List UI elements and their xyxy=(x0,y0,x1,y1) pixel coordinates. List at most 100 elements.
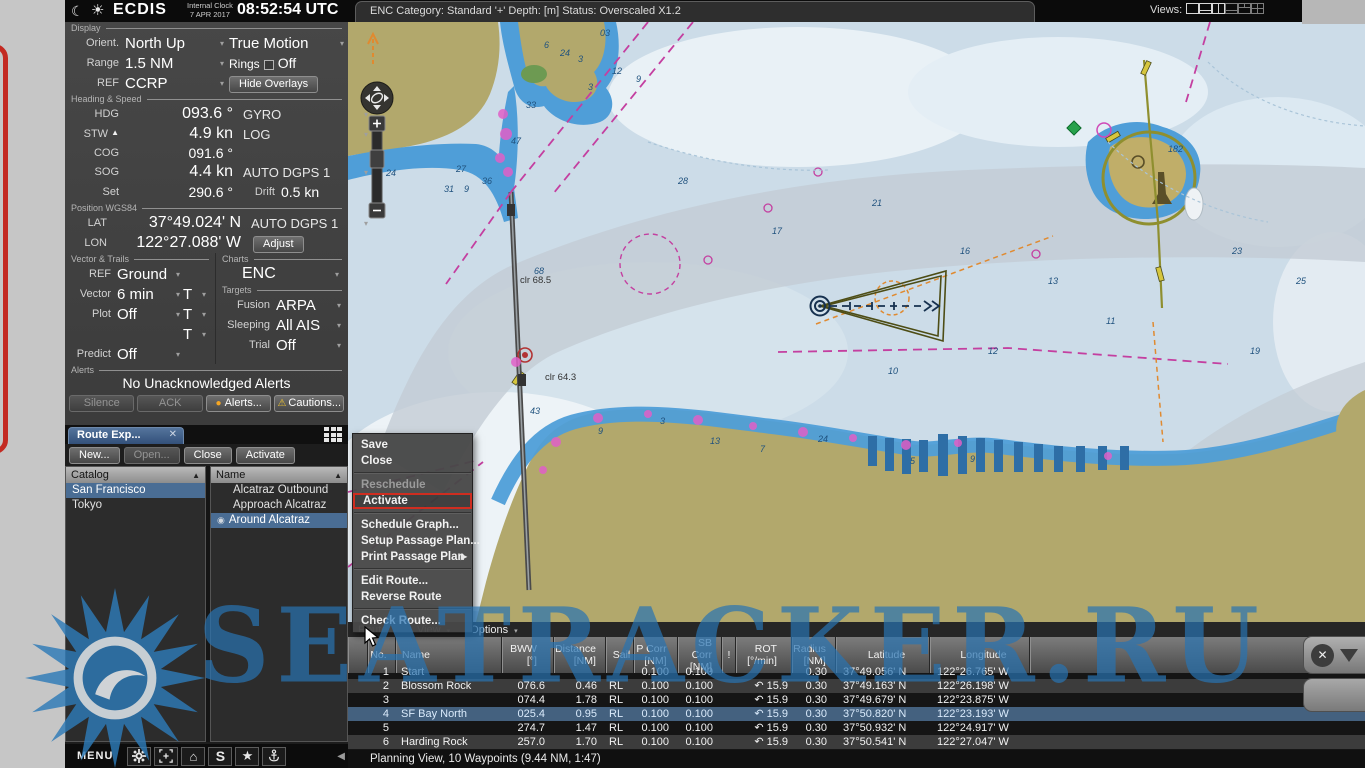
collapse-arrow-icon[interactable]: ◀ xyxy=(337,751,345,762)
chevron-down-icon[interactable]: ▾ xyxy=(199,310,209,319)
motion-dropdown[interactable]: True Motion xyxy=(229,35,337,52)
home-icon[interactable]: ⌂ xyxy=(181,747,205,766)
chevron-down-icon[interactable]: ▾ xyxy=(334,341,346,350)
route-item-around-alcatraz[interactable]: ◉Around Alcatraz xyxy=(211,513,347,528)
menu-item-print-passage-plan[interactable]: Print Passage Plan▶ xyxy=(353,549,472,565)
favorites-star-icon[interactable]: ★ xyxy=(235,747,259,766)
chevron-down-icon[interactable]: ▾ xyxy=(217,59,229,68)
vector-dropdown[interactable]: 6 min xyxy=(117,286,173,303)
catalog-item-san-francisco[interactable]: San Francisco xyxy=(66,483,205,498)
menu-item-edit-route[interactable]: Edit Route... xyxy=(353,573,472,589)
dock-dropdown-icon[interactable] xyxy=(1340,649,1358,662)
menu-item-check-route[interactable]: Check Route... xyxy=(353,613,472,629)
range-dropdown[interactable]: 1.5 NM xyxy=(125,55,217,72)
new-route-button[interactable]: New... xyxy=(69,447,120,464)
menu-item-save[interactable]: Save xyxy=(353,437,472,453)
chevron-down-icon[interactable]: ▾ xyxy=(361,130,375,139)
ref-dropdown[interactable]: CCRP xyxy=(125,75,217,92)
chevron-down-icon[interactable]: ▾ xyxy=(217,39,229,48)
waypoint-row-4[interactable]: 4SF Bay North025.40.95RL0.1000.100↶ 15.9… xyxy=(348,707,1365,721)
panel-grid-icon[interactable] xyxy=(324,427,342,442)
position-source-dropdown[interactable]: AUTO DGPS 1 xyxy=(241,216,361,231)
alerts-button[interactable]: ●Alerts... xyxy=(206,395,271,412)
chart-status-tab[interactable]: ENC Category: Standard '+' Depth: [m] St… xyxy=(355,1,1035,22)
orient-dropdown[interactable]: North Up xyxy=(125,35,217,52)
chevron-down-icon[interactable]: ▾ xyxy=(361,168,375,177)
hide-overlays-button[interactable]: Hide Overlays xyxy=(229,76,318,93)
view-layout-icon-quad[interactable] xyxy=(1251,3,1264,14)
predict-dropdown[interactable]: Off xyxy=(117,346,173,363)
waypoint-row-1[interactable]: 1Start0.1000.1000.3037°49.056' N122°26.7… xyxy=(348,665,1365,679)
chevron-down-icon[interactable]: ▾ xyxy=(334,301,346,310)
rings-checkbox[interactable] xyxy=(264,60,274,70)
menu-item-close[interactable]: Close xyxy=(353,453,472,469)
close-icon[interactable]: ✕ xyxy=(169,429,177,444)
adjust-button[interactable]: Adjust xyxy=(253,236,304,253)
ack-button[interactable]: ACK xyxy=(137,395,202,412)
chevron-down-icon[interactable]: ▾ xyxy=(337,39,349,48)
view-layout-icon-bottom[interactable] xyxy=(1199,3,1212,14)
day-mode-icon[interactable]: ☀ xyxy=(91,1,104,21)
view-layout-icon-single[interactable] xyxy=(1186,3,1199,14)
silence-button[interactable]: Silence xyxy=(69,395,134,412)
hdg-source-dropdown[interactable]: GYRO xyxy=(233,107,361,122)
sleeping-dropdown[interactable]: All AIS xyxy=(276,317,334,334)
plot-dropdown[interactable]: Off xyxy=(117,306,173,323)
menu-separator xyxy=(354,472,471,474)
vt-ref-dropdown[interactable]: Ground xyxy=(117,266,173,283)
sog-source-dropdown[interactable]: AUTO DGPS 1 xyxy=(233,165,361,180)
open-route-button[interactable]: Open... xyxy=(124,447,180,464)
cautions-button[interactable]: ⚠Cautions... xyxy=(274,395,344,412)
chevron-down-icon[interactable]: ▾ xyxy=(173,290,183,299)
dock-close-icon[interactable]: ✕ xyxy=(1311,644,1334,667)
menu-item-activate[interactable]: Activate xyxy=(353,493,472,509)
chart-area[interactable]: 6243031293334724273693128172116131112109… xyxy=(348,22,1365,622)
dock-handle[interactable] xyxy=(1303,678,1365,712)
chevron-down-icon[interactable]: ▾ xyxy=(334,321,346,330)
trail3-dropdown[interactable]: T xyxy=(183,326,199,343)
view-layout-icon-vsplit[interactable] xyxy=(1212,3,1225,14)
route-explorer-tab[interactable]: Route Exp...✕ xyxy=(68,427,184,444)
menu-button[interactable]: MENU xyxy=(77,750,113,762)
chevron-down-icon[interactable]: ▾ xyxy=(332,270,344,279)
chevron-down-icon[interactable]: ▾ xyxy=(199,290,209,299)
chart-type-dropdown[interactable]: ENC xyxy=(242,265,332,283)
waypoint-row-6[interactable]: 6Harding Rock257.01.70RL0.1000.100↶ 15.9… xyxy=(348,735,1365,749)
night-mode-icon[interactable]: ☾ xyxy=(71,1,84,21)
settings-gear-icon[interactable] xyxy=(127,747,151,766)
menu-item-reverse-route[interactable]: Reverse Route xyxy=(353,589,472,605)
rings-toggle[interactable]: RingsOff xyxy=(229,55,337,71)
activate-route-button[interactable]: Activate xyxy=(236,447,295,464)
view-layout-icon-bottom[interactable] xyxy=(1225,3,1238,14)
menu-item-schedule-graph[interactable]: Schedule Graph... xyxy=(353,517,472,533)
catalog-header[interactable]: Catalog▲ xyxy=(66,467,205,483)
menu-item-reschedule[interactable]: Reschedule xyxy=(353,477,472,493)
menu-item-setup-passage-plan[interactable]: Setup Passage Plan... xyxy=(353,533,472,549)
fusion-dropdown[interactable]: ARPA xyxy=(276,297,334,314)
route-item-alcatraz-outbound[interactable]: Alcatraz Outbound xyxy=(211,483,347,498)
route-item-approach-alcatraz[interactable]: Approach Alcatraz xyxy=(211,498,347,513)
chevron-down-icon[interactable]: ▾ xyxy=(173,350,183,359)
center-ship-icon[interactable] xyxy=(154,747,178,766)
trail1-dropdown[interactable]: T xyxy=(183,286,199,303)
standard-display-icon[interactable]: S xyxy=(208,747,232,766)
name-header[interactable]: Name▲ xyxy=(211,467,347,483)
trail2-dropdown[interactable]: T xyxy=(183,306,199,323)
waypoint-row-5[interactable]: 5274.71.47RL0.1000.100↶ 15.90.3037°50.93… xyxy=(348,721,1365,735)
trial-dropdown[interactable]: Off xyxy=(276,337,334,354)
chevron-down-icon[interactable]: ▾ xyxy=(361,219,375,228)
chevron-down-icon[interactable]: ▾ xyxy=(361,110,375,119)
close-route-button[interactable]: Close xyxy=(184,447,232,464)
waypoint-row-3[interactable]: 3074.41.78RL0.1000.100↶ 15.90.3037°49.67… xyxy=(348,693,1365,707)
ship-anchor-icon[interactable] xyxy=(262,747,286,766)
waypoint-row-2[interactable]: 2Blossom Rock076.60.46RL0.1000.100↶ 15.9… xyxy=(348,679,1365,693)
view-layout-icon-topsplit[interactable] xyxy=(1238,3,1251,14)
chevron-down-icon[interactable]: ▾ xyxy=(173,310,183,319)
options-menu[interactable]: Options ▾ xyxy=(470,624,518,636)
catalog-item-tokyo[interactable]: Tokyo xyxy=(66,498,205,513)
chevron-down-icon[interactable]: ▾ xyxy=(173,270,183,279)
stw-source-dropdown[interactable]: LOG xyxy=(233,127,361,142)
chevron-down-icon[interactable]: ▾ xyxy=(199,330,209,339)
chevron-down-icon[interactable]: ▾ xyxy=(217,79,229,88)
cell-bww: 025.4 xyxy=(502,707,554,721)
